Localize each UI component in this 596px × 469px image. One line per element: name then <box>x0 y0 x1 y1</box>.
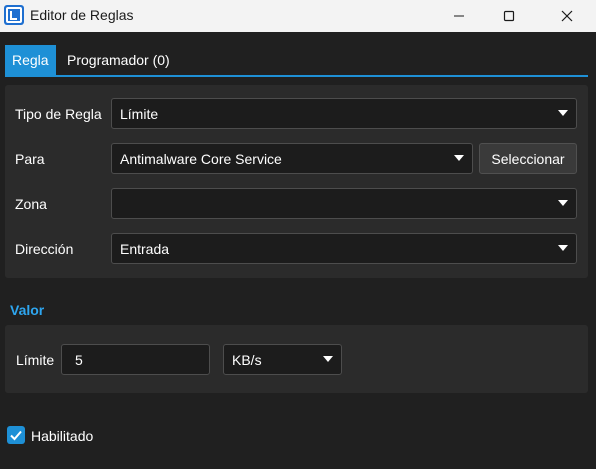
rule-type-dropdown[interactable]: Límite <box>111 98 577 129</box>
app-logo-icon <box>4 5 24 25</box>
chevron-down-icon <box>558 110 568 116</box>
limit-value: 5 <box>75 351 83 368</box>
tab-programador[interactable]: Programador (0) <box>60 45 177 75</box>
limit-input[interactable]: 5 <box>61 344 210 375</box>
for-dropdown[interactable]: Antimalware Core Service <box>111 143 473 174</box>
tab-bar: Regla Programador (0) <box>5 45 588 76</box>
title-bar: Editor de Reglas <box>0 0 596 32</box>
select-button[interactable]: Seleccionar <box>479 143 577 174</box>
direction-dropdown[interactable]: Entrada <box>111 233 577 264</box>
limit-label: Límite <box>16 352 55 368</box>
for-label: Para <box>15 151 45 167</box>
maximize-icon <box>503 10 515 22</box>
maximize-button[interactable] <box>486 0 532 32</box>
direction-value: Entrada <box>120 240 170 257</box>
direction-label: Dirección <box>15 241 74 257</box>
rule-type-value: Límite <box>120 105 159 122</box>
close-icon <box>561 10 573 22</box>
enabled-label[interactable]: Habilitado <box>31 428 93 444</box>
checkmark-icon <box>10 430 22 441</box>
minimize-icon <box>454 15 464 17</box>
unit-value: KB/s <box>232 351 262 368</box>
value-section-title: Valor <box>10 302 45 318</box>
chevron-down-icon <box>323 356 333 362</box>
chevron-down-icon <box>558 200 568 206</box>
unit-dropdown[interactable]: KB/s <box>223 344 342 375</box>
tab-regla[interactable]: Regla <box>5 45 56 75</box>
zone-dropdown[interactable] <box>111 188 577 219</box>
minimize-button[interactable] <box>436 0 482 32</box>
zone-label: Zona <box>15 196 47 212</box>
chevron-down-icon <box>558 245 568 251</box>
window-title: Editor de Reglas <box>30 7 134 23</box>
rule-type-label: Tipo de Regla <box>15 106 102 122</box>
for-value: Antimalware Core Service <box>120 150 282 167</box>
enabled-checkbox[interactable] <box>7 426 25 444</box>
tab-underline <box>5 75 588 77</box>
chevron-down-icon <box>454 155 464 161</box>
close-button[interactable] <box>544 0 590 32</box>
